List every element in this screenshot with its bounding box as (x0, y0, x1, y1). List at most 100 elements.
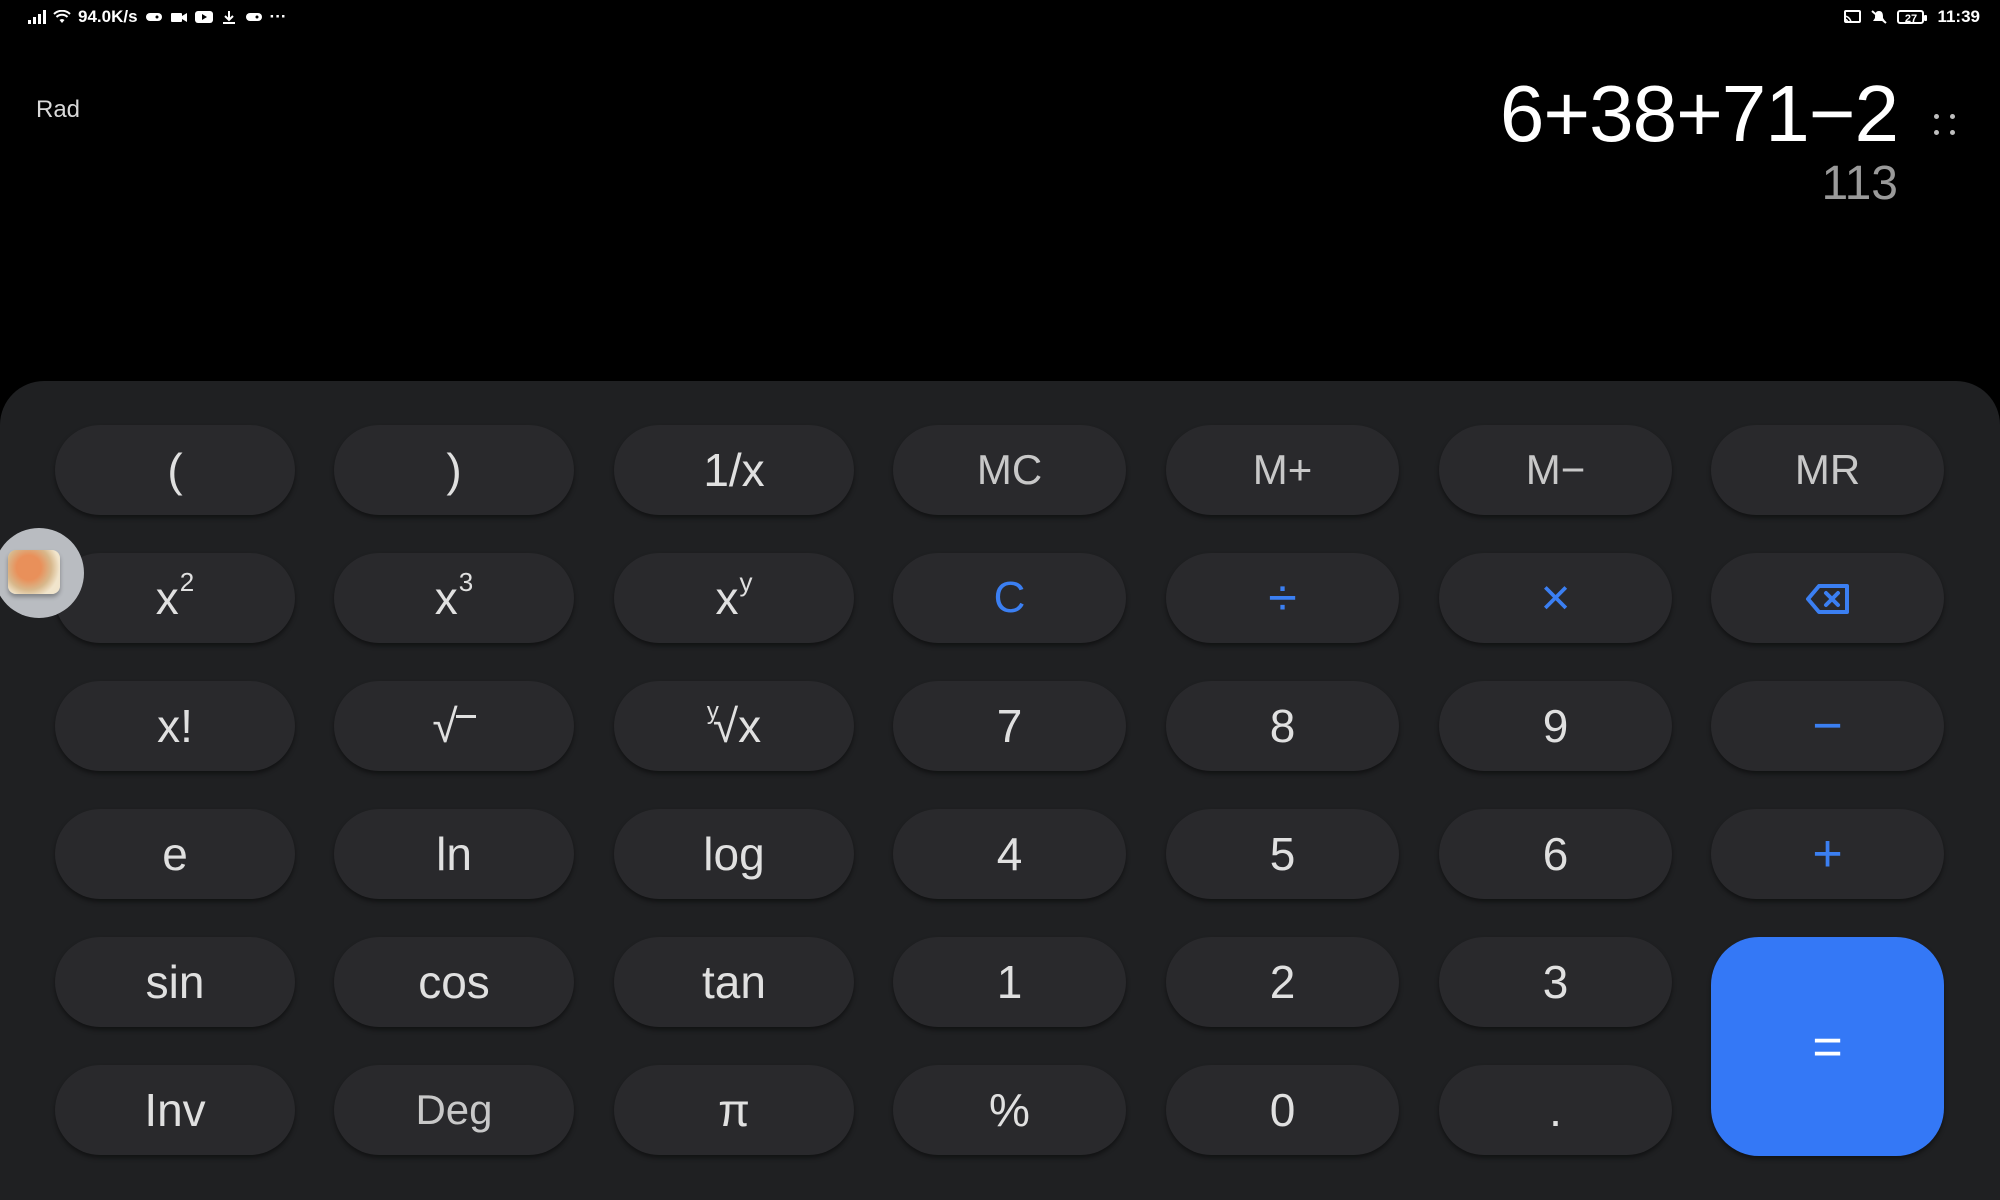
more-notifications-icon: ··· (269, 7, 287, 26)
digit-9-label: 9 (1542, 700, 1569, 752)
deg-label: Deg (415, 1086, 493, 1133)
divide-button[interactable]: ÷ (1166, 553, 1399, 643)
open-paren-button[interactable]: ( (55, 425, 295, 515)
battery-icon: 27 (1897, 10, 1928, 25)
digit-6-button[interactable]: 6 (1439, 809, 1672, 899)
download-icon (220, 10, 238, 24)
clock: 11:39 (1937, 7, 1980, 26)
ln-label: ln (436, 828, 472, 880)
digit-2-button[interactable]: 2 (1166, 937, 1399, 1027)
power-button[interactable]: xy (614, 553, 854, 643)
euler-label: e (162, 828, 188, 880)
digit-7-label: 7 (996, 700, 1023, 752)
digit-3-button[interactable]: 3 (1439, 937, 1672, 1027)
digit-4-button[interactable]: 4 (893, 809, 1126, 899)
multiply-label: × (1540, 569, 1571, 627)
tan-label: tan (702, 956, 766, 1008)
digit-5-button[interactable]: 5 (1166, 809, 1399, 899)
status-right: 27 11:39 (1843, 7, 1980, 27)
multiply-button[interactable]: × (1439, 553, 1672, 643)
memory-add-button[interactable]: M+ (1166, 425, 1399, 515)
digit-9-button[interactable]: 9 (1439, 681, 1672, 771)
cube-button[interactable]: x3 (334, 553, 574, 643)
square-base-label: x (155, 572, 179, 624)
digit-0-label: 0 (1269, 1084, 1296, 1136)
cos-label: cos (418, 956, 490, 1008)
euler-button[interactable]: e (55, 809, 295, 899)
tan-button[interactable]: tan (614, 937, 854, 1027)
equals-button[interactable]: = (1711, 937, 1944, 1156)
open-paren-label: ( (167, 444, 183, 496)
natural-log-button[interactable]: ln (334, 809, 574, 899)
digit-7-button[interactable]: 7 (893, 681, 1126, 771)
mr-label: MR (1794, 446, 1861, 493)
clear-label: C (993, 573, 1026, 622)
angle-mode-label: Rad (36, 96, 81, 123)
close-paren-label: ) (446, 444, 462, 496)
more-dots-icon[interactable] (1932, 112, 1960, 140)
factorial-label: x! (157, 700, 193, 752)
video-camera-icon (170, 10, 188, 24)
factorial-button[interactable]: x! (55, 681, 295, 771)
mc-label: MC (976, 446, 1043, 493)
inverse-button[interactable]: Inv (55, 1065, 295, 1155)
backspace-button[interactable] (1711, 553, 1944, 643)
status-bar: 94.0K/s ··· 27 11:39 (0, 0, 2000, 38)
square-button[interactable]: x2 (55, 553, 295, 643)
digit-1-label: 1 (996, 956, 1023, 1008)
memory-clear-button[interactable]: MC (893, 425, 1126, 515)
log-button[interactable]: log (614, 809, 854, 899)
result-preview: 113 (1821, 157, 1898, 210)
mute-icon (1870, 10, 1888, 24)
equals-label: = (1812, 1017, 1843, 1076)
m-plus-label: M+ (1252, 446, 1313, 493)
game-controller-icon (145, 10, 163, 24)
cast-icon (1843, 10, 1862, 24)
pi-button[interactable]: π (614, 1065, 854, 1155)
digit-0-button[interactable]: 0 (1166, 1065, 1399, 1155)
backspace-icon (1805, 568, 1851, 628)
cube-exponent-label: 3 (458, 566, 474, 597)
plus-label: + (1812, 825, 1843, 883)
plus-button[interactable]: + (1711, 809, 1944, 899)
digit-8-label: 8 (1269, 700, 1296, 752)
digit-1-button[interactable]: 1 (893, 937, 1126, 1027)
decimal-point-label: . (1549, 1084, 1562, 1136)
close-paren-button[interactable]: ) (334, 425, 574, 515)
log-label: log (703, 828, 765, 880)
sin-label: sin (145, 956, 205, 1008)
nth-root-button[interactable]: y √x (614, 681, 854, 771)
digit-4-label: 4 (996, 828, 1023, 880)
digit-5-label: 5 (1269, 828, 1296, 880)
cos-button[interactable]: cos (334, 937, 574, 1027)
wifi-icon (53, 10, 71, 24)
deg-rad-toggle-button[interactable]: Deg (334, 1065, 574, 1155)
root-index-label: y (706, 698, 719, 725)
square-root-button[interactable]: √ (334, 681, 574, 771)
keypad-panel: ( ) 1/x MC M+ M− MR x2 x3 xy C ÷ × x! √ … (0, 381, 2000, 1200)
minus-button[interactable]: − (1711, 681, 1944, 771)
signal-icon (28, 10, 46, 24)
memory-recall-button[interactable]: MR (1711, 425, 1944, 515)
digit-2-label: 2 (1269, 956, 1296, 1008)
decimal-point-button[interactable]: . (1439, 1065, 1672, 1155)
memory-subtract-button[interactable]: M− (1439, 425, 1672, 515)
digit-3-label: 3 (1542, 956, 1569, 1008)
youtube-icon (194, 10, 213, 24)
pi-label: π (718, 1084, 750, 1136)
square-exponent-label: 2 (179, 566, 195, 597)
reciprocal-button[interactable]: 1/x (614, 425, 854, 515)
digit-6-label: 6 (1542, 828, 1569, 880)
clear-button[interactable]: C (893, 553, 1126, 643)
expression-display[interactable]: 6+38+71−2 (1500, 66, 1899, 162)
cube-base-label: x (434, 572, 458, 624)
root-radical-label: √x (712, 700, 762, 752)
minus-label: − (1812, 697, 1843, 755)
m-minus-label: M− (1525, 446, 1586, 493)
digit-8-button[interactable]: 8 (1166, 681, 1399, 771)
sqrt-label: √ (432, 700, 458, 752)
power-base-label: x (715, 572, 739, 624)
network-speed: 94.0K/s (78, 7, 138, 26)
percent-button[interactable]: % (893, 1065, 1126, 1155)
sin-button[interactable]: sin (55, 937, 295, 1027)
